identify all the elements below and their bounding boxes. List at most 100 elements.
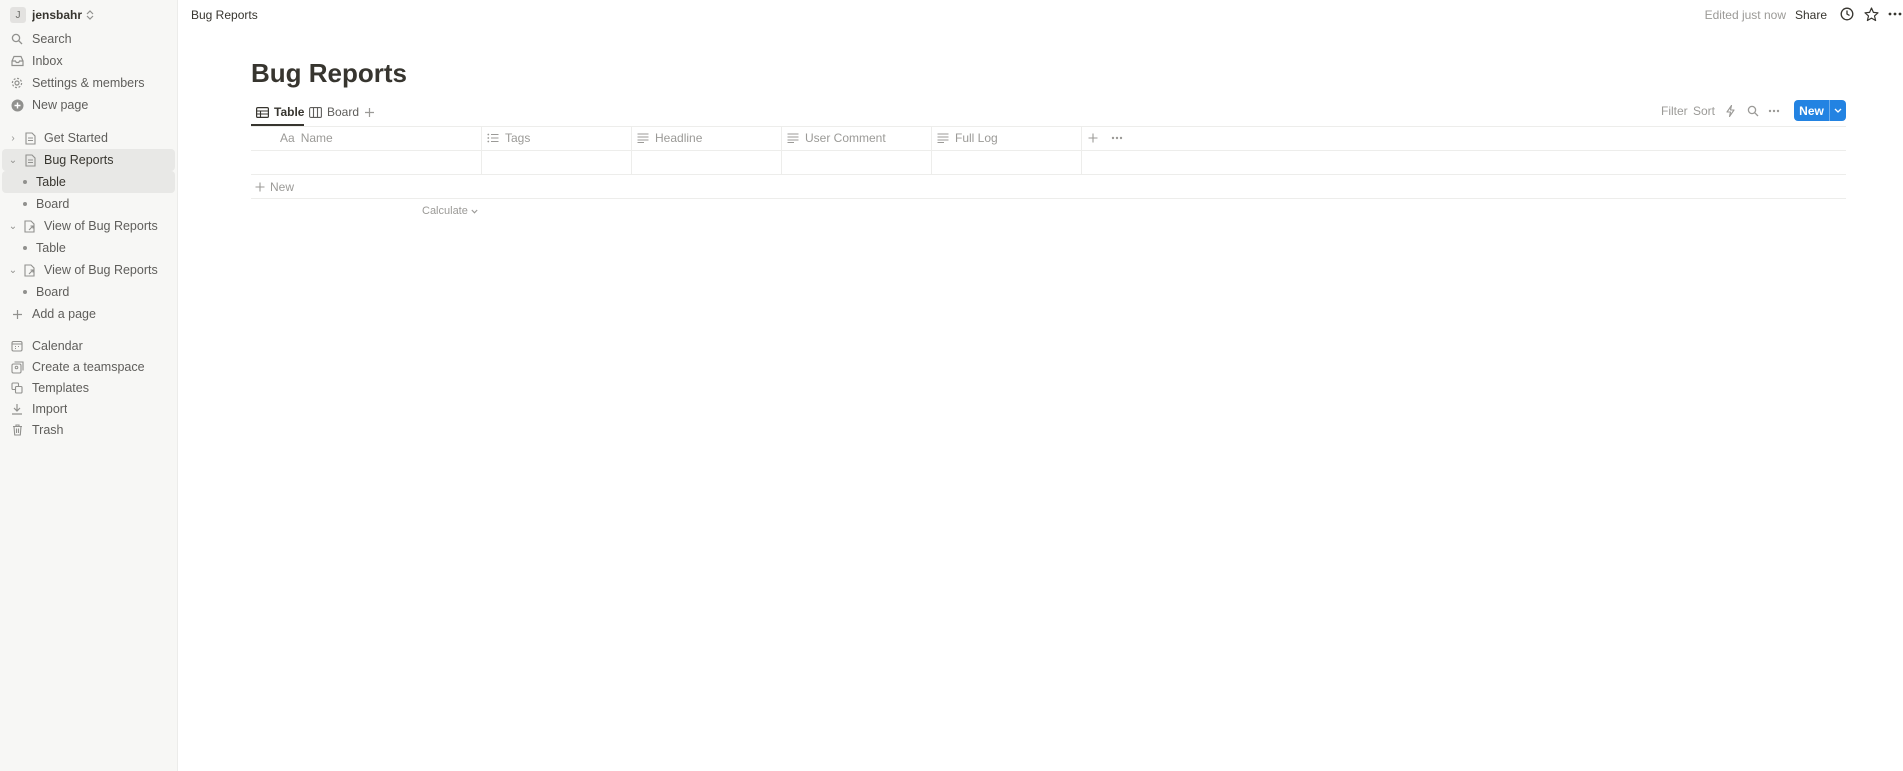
sort-button[interactable]: Sort (1693, 104, 1715, 118)
clock-icon[interactable] (1839, 6, 1855, 22)
sidebar-item-label: Trash (32, 423, 64, 437)
sidebar-item-label: Create a teamspace (32, 360, 145, 374)
plus-circle-icon (10, 98, 24, 112)
sidebar: J jensbahr Search Inbox Settings & membe… (0, 0, 178, 771)
column-header-name[interactable]: Aa Name (280, 128, 333, 148)
column-label: Headline (655, 131, 703, 145)
more-icon (1111, 136, 1123, 140)
sidebar-page-get-started[interactable]: › Get Started (2, 127, 175, 149)
sidebar-item-label: Add a page (32, 307, 96, 321)
new-row-button[interactable]: New (255, 180, 294, 194)
page-icon (23, 153, 37, 167)
column-label: Name (300, 131, 333, 145)
sidebar-item-label: Templates (32, 381, 89, 395)
sidebar-item-label: Import (32, 402, 68, 416)
sidebar-create-teamspace[interactable]: Create a teamspace (2, 356, 175, 378)
sidebar-templates[interactable]: Templates (2, 377, 175, 399)
chevron-down-icon[interactable]: ⌄ (8, 265, 18, 276)
sidebar-view-board[interactable]: Board (2, 193, 175, 215)
sidebar-item-label: Search (32, 32, 72, 46)
sidebar-item-label: Table (36, 241, 66, 255)
sidebar-item-label: Table (36, 175, 66, 189)
title-property-icon: Aa (280, 131, 295, 145)
text-icon (787, 133, 799, 143)
bullet-icon (23, 180, 27, 184)
tab-label: Board (327, 105, 360, 119)
sidebar-item-label: View of Bug Reports (44, 219, 158, 233)
plus-icon (1088, 133, 1098, 143)
search-icon[interactable] (1747, 105, 1759, 117)
search-icon (10, 32, 24, 46)
column-options-button[interactable] (1111, 128, 1123, 148)
workspace-avatar: J (10, 7, 26, 23)
column-header-full-log[interactable]: Full Log (937, 128, 998, 148)
workspace-name: jensbahr (32, 8, 83, 22)
sidebar-item-label: Inbox (32, 54, 63, 68)
sidebar-view-board[interactable]: Board (2, 281, 175, 303)
sidebar-item-label: Bug Reports (44, 153, 114, 167)
new-row-label: New (270, 180, 295, 194)
table-new-row-border (251, 198, 1846, 199)
table-top-border (251, 126, 1846, 127)
breadcrumb[interactable]: Bug Reports (191, 8, 258, 22)
templates-icon (10, 381, 24, 395)
share-button[interactable]: Share (1795, 8, 1827, 22)
multiselect-icon (487, 133, 499, 143)
column-label: Full Log (955, 131, 998, 145)
sidebar-new-page[interactable]: New page (2, 94, 175, 116)
bullet-icon (23, 290, 27, 294)
import-icon (10, 402, 24, 416)
column-header-headline[interactable]: Headline (637, 128, 702, 148)
filter-button[interactable]: Filter (1661, 104, 1688, 118)
calendar-icon (10, 339, 24, 353)
linked-page-icon (23, 219, 37, 233)
chevron-down-icon[interactable] (1830, 108, 1846, 113)
sidebar-add-page[interactable]: Add a page (2, 303, 175, 325)
tab-table[interactable]: Table (256, 102, 304, 122)
sidebar-item-label: Settings & members (32, 76, 145, 90)
sidebar-search[interactable]: Search (2, 28, 175, 50)
sidebar-trash[interactable]: Trash (2, 419, 175, 441)
sidebar-item-label: Calendar (32, 339, 83, 353)
bullet-icon (23, 202, 27, 206)
chevron-down-icon[interactable]: ⌄ (8, 221, 18, 232)
new-button-label: New (1799, 103, 1824, 118)
sidebar-calendar[interactable]: Calendar (2, 335, 175, 357)
add-property-button[interactable] (1088, 128, 1098, 148)
lightning-icon[interactable] (1726, 105, 1735, 117)
column-label: Tags (505, 131, 531, 145)
chevron-down-icon[interactable]: ⌄ (8, 155, 18, 166)
tab-board[interactable]: Board (309, 102, 359, 122)
sidebar-page-view-of-bug-reports[interactable]: ⌄ View of Bug Reports (2, 215, 175, 237)
column-header-user-comment[interactable]: User Comment (787, 128, 886, 148)
more-icon[interactable] (1887, 6, 1903, 22)
chevron-right-icon[interactable]: › (8, 133, 18, 144)
sidebar-page-view-of-bug-reports[interactable]: ⌄ View of Bug Reports (2, 259, 175, 281)
table-icon (256, 106, 269, 118)
table-row[interactable] (251, 151, 1846, 174)
sidebar-page-bug-reports[interactable]: ⌄ Bug Reports (2, 149, 175, 171)
trash-icon (10, 423, 24, 437)
page-icon (23, 131, 37, 145)
page-title[interactable]: Bug Reports (251, 58, 407, 89)
text-icon (637, 133, 649, 143)
sidebar-item-label: Board (36, 197, 70, 211)
star-icon[interactable] (1863, 6, 1879, 22)
chevron-updown-icon (86, 10, 94, 20)
add-view-button[interactable] (364, 102, 375, 122)
sidebar-settings[interactable]: Settings & members (2, 72, 175, 94)
sidebar-import[interactable]: Import (2, 398, 175, 420)
view-tabs: Table Board Filter Sort New (251, 100, 1846, 126)
new-record-button[interactable]: New (1794, 100, 1846, 121)
more-icon[interactable] (1768, 109, 1780, 113)
calculate-label: Calculate (422, 205, 468, 217)
sidebar-view-table[interactable]: Table (2, 171, 175, 193)
sidebar-inbox[interactable]: Inbox (2, 50, 175, 72)
column-label: User Comment (805, 131, 886, 145)
calculate-button[interactable]: Calculate (422, 205, 478, 217)
sidebar-view-table[interactable]: Table (2, 237, 175, 259)
plus-icon (364, 107, 375, 118)
workspace-switcher[interactable]: J jensbahr (2, 4, 175, 26)
column-header-tags[interactable]: Tags (487, 128, 530, 148)
inbox-icon (10, 54, 24, 68)
